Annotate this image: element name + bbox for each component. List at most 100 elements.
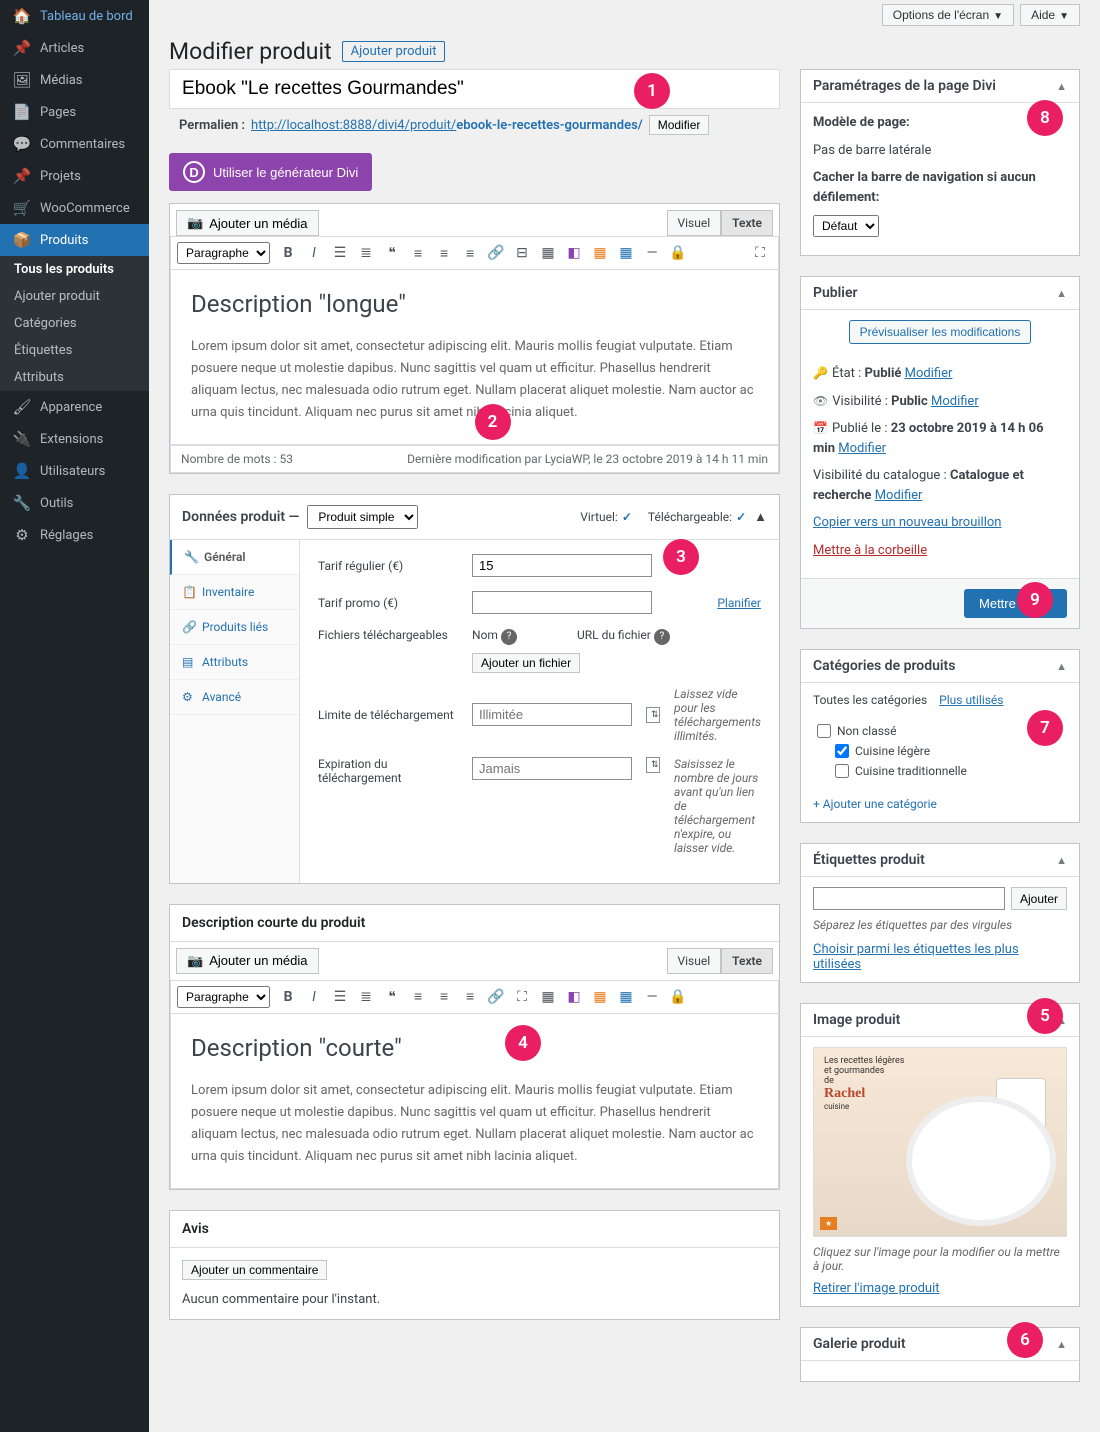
pd-tab-general[interactable]: 🔧Général [170, 540, 299, 575]
collapse-icon[interactable]: ▲ [1056, 854, 1067, 867]
sidebar-item-comments[interactable]: 💬Commentaires [0, 128, 149, 160]
color-icon[interactable]: ▦ [588, 985, 612, 1009]
text-tab-2[interactable]: Texte [721, 948, 773, 974]
trash-link[interactable]: Mettre à la corbeille [813, 543, 927, 558]
regular-price-input[interactable] [472, 554, 652, 577]
pd-tab-advanced[interactable]: ⚙Avancé [170, 680, 299, 715]
help-icon[interactable]: ? [501, 629, 517, 645]
more-icon[interactable]: ⊟ [510, 241, 534, 265]
add-category-link[interactable]: + Ajouter une catégorie [813, 797, 937, 811]
edit-status-link[interactable]: Modifier [905, 366, 953, 381]
pd-tab-attrs[interactable]: ▤Attributs [170, 645, 299, 680]
sidebar-item-products[interactable]: 📦Produits [0, 224, 149, 256]
cat-cuisine-legere[interactable]: Cuisine légère [813, 741, 1067, 761]
list-ol-icon[interactable]: ≣ [354, 985, 378, 1009]
permalink-base-link[interactable]: http://localhost:8888/divi4/produit/ [251, 118, 456, 133]
help-icon[interactable]: ? [654, 629, 670, 645]
quote-icon[interactable]: ❝ [380, 241, 404, 265]
product-type-select[interactable]: Produit simple [307, 505, 418, 529]
visual-tab-2[interactable]: Visuel [667, 948, 722, 974]
choose-tags-link[interactable]: Choisir parmi les étiquettes les plus ut… [813, 942, 1019, 972]
divi-builder-button[interactable]: D Utiliser le générateur Divi [169, 153, 372, 191]
collapse-icon[interactable]: ▲ [1056, 1338, 1067, 1351]
copy-draft-link[interactable]: Copier vers un nouveau brouillon [813, 515, 1001, 530]
add-media-button[interactable]: 📷Ajouter un média [176, 210, 318, 236]
collapse-icon[interactable]: ▲ [1056, 80, 1067, 93]
permalink-slug[interactable]: ebook-le-recettes-gourmandes/ [456, 118, 642, 133]
sidebar-item-pages[interactable]: 📄Pages [0, 96, 149, 128]
collapse-icon[interactable]: ▲ [754, 509, 767, 525]
visual-tab[interactable]: Visuel [667, 210, 722, 236]
sale-price-input[interactable] [472, 591, 652, 614]
add-comment-button[interactable]: Ajouter un commentaire [182, 1260, 327, 1280]
link-icon[interactable]: 🔗 [484, 985, 508, 1009]
divi-module-icon[interactable]: ◧ [562, 241, 586, 265]
list-ol-icon[interactable]: ≣ [354, 241, 378, 265]
lock-icon[interactable]: 🔒 [666, 241, 690, 265]
format-select[interactable]: Paragraphe [177, 242, 270, 264]
submenu-tags[interactable]: Étiquettes [0, 337, 149, 364]
product-image-thumbnail[interactable]: Les recettes légères et gourmandes de Ra… [813, 1047, 1067, 1237]
format-select-2[interactable]: Paragraphe [177, 986, 270, 1008]
fullscreen-icon[interactable]: ⛶ [748, 241, 772, 265]
sidebar-item-dashboard[interactable]: 🏠Tableau de bord [0, 0, 149, 32]
align-left-icon[interactable]: ≡ [406, 241, 430, 265]
stepper-icon[interactable]: ⇅ [646, 707, 660, 723]
sidebar-item-posts[interactable]: 📌Articles [0, 32, 149, 64]
submenu-attributes[interactable]: Attributs [0, 364, 149, 391]
align-center-icon[interactable]: ≡ [432, 241, 456, 265]
sidebar-item-appearance[interactable]: 🖌Apparence [0, 391, 149, 423]
table-icon[interactable]: ▦ [536, 985, 560, 1009]
sidebar-item-plugins[interactable]: 🔌Extensions [0, 423, 149, 455]
help-button[interactable]: Aide▼ [1020, 4, 1080, 26]
all-cats-tab[interactable]: Toutes les catégories [813, 693, 927, 707]
add-file-button[interactable]: Ajouter un fichier [472, 653, 580, 673]
collapse-icon[interactable]: ▲ [1056, 660, 1067, 673]
edit-date-link[interactable]: Modifier [838, 441, 886, 456]
blocks-icon[interactable]: ▦ [614, 241, 638, 265]
download-limit-input[interactable] [472, 703, 632, 726]
short-description-editor[interactable]: Description "courte" Lorem ipsum dolor s… [170, 1014, 779, 1189]
pd-tab-inventory[interactable]: 📋Inventaire [170, 575, 299, 610]
remove-image-link[interactable]: Retirer l'image produit [813, 1281, 940, 1296]
edit-catalog-link[interactable]: Modifier [875, 488, 923, 503]
edit-visibility-link[interactable]: Modifier [931, 394, 979, 409]
table-icon[interactable]: ▦ [536, 241, 560, 265]
hr-icon[interactable]: ― [640, 985, 664, 1009]
list-ul-icon[interactable]: ☰ [328, 985, 352, 1009]
hide-nav-select[interactable]: Défaut [813, 215, 879, 237]
fullscreen-icon[interactable]: ⛶ [510, 985, 534, 1009]
schedule-link[interactable]: Planifier [717, 596, 761, 610]
add-media-button-2[interactable]: 📷Ajouter un média [176, 948, 318, 974]
align-left-icon[interactable]: ≡ [406, 985, 430, 1009]
italic-icon[interactable]: I [302, 985, 326, 1009]
preview-changes-button[interactable]: Prévisualiser les modifications [849, 320, 1032, 344]
collapse-icon[interactable]: ▲ [1056, 287, 1067, 300]
bold-icon[interactable]: B [276, 241, 300, 265]
downloadable-checkbox[interactable]: Téléchargeable: ✓ [648, 510, 746, 524]
italic-icon[interactable]: I [302, 241, 326, 265]
align-right-icon[interactable]: ≡ [458, 985, 482, 1009]
stepper-icon[interactable]: ⇅ [646, 757, 660, 773]
divi-module-icon[interactable]: ◧ [562, 985, 586, 1009]
link-icon[interactable]: 🔗 [484, 241, 508, 265]
sidebar-item-tools[interactable]: 🔧Outils [0, 487, 149, 519]
screen-options-button[interactable]: Options de l'écran▼ [882, 4, 1014, 26]
product-title-input[interactable] [169, 69, 780, 109]
sidebar-item-woocommerce[interactable]: 🛒WooCommerce [0, 192, 149, 224]
permalink-edit-button[interactable]: Modifier [649, 115, 710, 135]
text-tab[interactable]: Texte [721, 210, 773, 236]
bold-icon[interactable]: B [276, 985, 300, 1009]
most-used-tab[interactable]: Plus utilisés [939, 693, 1003, 707]
pd-tab-linked[interactable]: 🔗Produits liés [170, 610, 299, 645]
lock-icon[interactable]: 🔒 [666, 985, 690, 1009]
submenu-categories[interactable]: Catégories [0, 310, 149, 337]
hr-icon[interactable]: ― [640, 241, 664, 265]
list-ul-icon[interactable]: ☰ [328, 241, 352, 265]
add-product-link[interactable]: Ajouter produit [342, 41, 446, 62]
virtual-checkbox[interactable]: Virtuel: ✓ [580, 510, 632, 524]
align-right-icon[interactable]: ≡ [458, 241, 482, 265]
align-center-icon[interactable]: ≡ [432, 985, 456, 1009]
cat-cuisine-trad[interactable]: Cuisine traditionnelle [813, 761, 1067, 781]
tag-input[interactable] [813, 887, 1005, 910]
